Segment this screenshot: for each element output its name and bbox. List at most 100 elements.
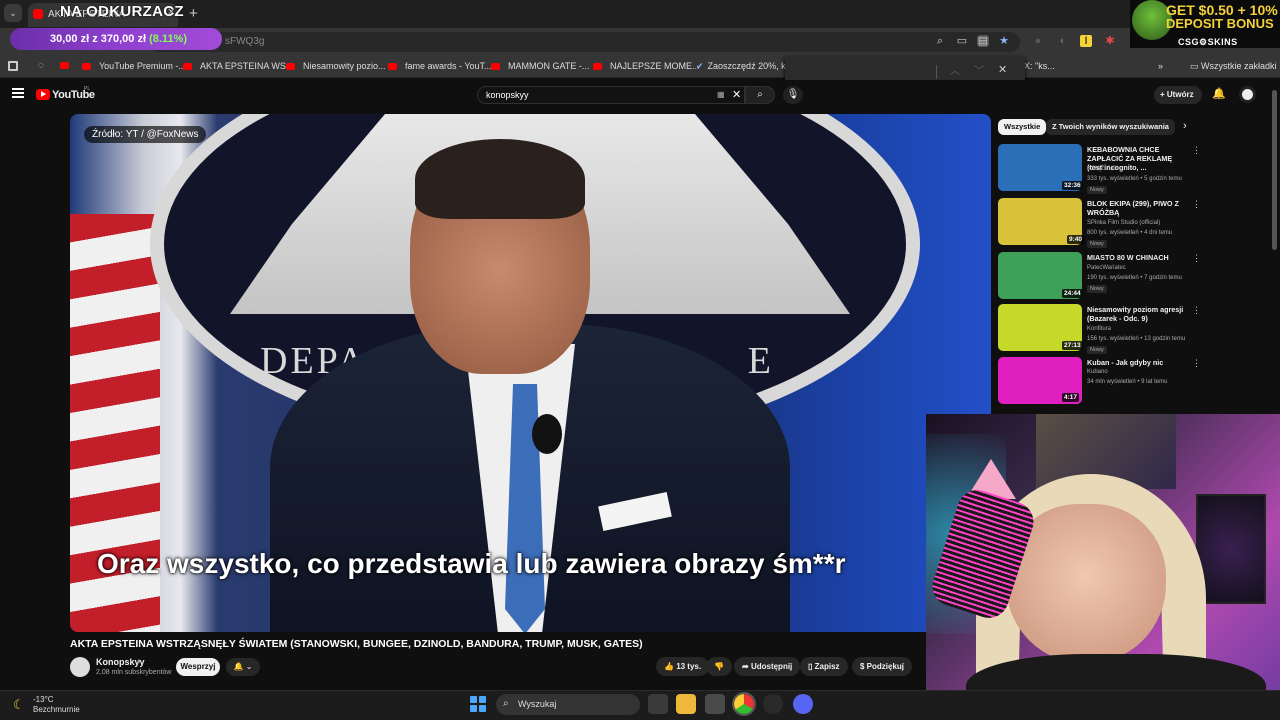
source-tag: Źródło: YT / @FoxNews [84,126,207,143]
youtube-bookmark-icon [388,63,397,70]
subscription-bell-button[interactable]: 🔔 ⌄ [226,658,260,676]
recommendation-channel[interactable]: KSIĄŻULO [1087,166,1117,172]
microphone-icon: 🎙 [786,89,800,100]
chrome-icon[interactable] [732,692,756,716]
recommendation-title[interactable]: Kuban - Jak gdyby nic [1087,358,1187,367]
search-button[interactable]: ⌕ [745,86,775,104]
recommendation-title[interactable]: MIASTO 80 W CHINACH [1087,253,1187,262]
youtube-bookmark-icon [491,63,500,70]
search-icon: ⌕ [757,89,763,100]
notifications-bell-icon[interactable]: 🔔 [1212,87,1226,100]
recommendation-title[interactable]: Niesamowity poziom agresji (Bazarek - Od… [1087,305,1187,323]
scrollbar-thumb[interactable] [1272,90,1277,250]
dislike-button[interactable]: 👎 [706,657,732,676]
chip-from-search[interactable]: Z Twoich wyników wyszukiwania [1046,119,1175,135]
zoom-icon[interactable]: ⌕ [934,35,946,47]
menu-icon[interactable] [12,88,24,98]
extension-icon[interactable]: I [1080,35,1092,47]
tab-list-button[interactable]: ⌄ [4,4,22,22]
bookmark-item[interactable]: ✔ Zaoszczędź 20%, ku... [696,61,798,72]
video-player[interactable]: DEPA E Źródło: YT / @FoxNews Oraz wszystk… [70,114,991,632]
recommendation-channel[interactable]: Konfitura [1087,326,1111,332]
recommendation-channel[interactable]: PatecWariatec [1087,265,1126,271]
chevron-right-icon[interactable]: » [1158,61,1163,71]
new-badge: Nowy [1087,240,1107,248]
thumbs-down-icon: 👎 [714,662,724,671]
find-previous-icon[interactable]: ︿ [950,62,960,77]
donation-goal: 370,00 zł [100,33,147,45]
bookmark-item[interactable]: YouTube Premium -... [82,61,186,71]
file-explorer-icon[interactable] [676,694,696,714]
bookmark-star-icon[interactable]: ★ [998,35,1010,47]
save-button[interactable]: ▯ Zapisz [800,657,848,676]
extension-icon[interactable]: ✱ [1104,35,1116,47]
url-fragment: sFWQ3g [225,36,265,47]
divider [936,65,937,79]
new-tab-button[interactable]: + [189,5,198,22]
more-options-icon[interactable]: ⋮ [1192,253,1201,264]
discord-icon[interactable] [793,694,813,714]
windows-start-icon[interactable] [470,696,486,712]
bookmark-item[interactable]: MAMMON GATE -... [491,61,589,71]
recommendation-title[interactable]: BLOK EKIPA (299), PIWO Z WRÓŻBĄ [1087,199,1187,217]
more-options-icon[interactable]: ⋮ [1192,305,1201,316]
find-next-icon[interactable]: ﹀ [974,62,984,77]
chip-all[interactable]: Wszystkie [998,119,1047,135]
close-icon[interactable]: ✕ [998,63,1007,76]
clear-search-icon[interactable]: ✕ [732,88,741,101]
weather-temperature[interactable]: -13°C [33,695,54,704]
cast-icon[interactable]: ▭ [956,35,968,47]
create-button[interactable]: + Utwórz [1154,86,1202,104]
weather-description[interactable]: Bezchmurnie [33,705,80,714]
account-avatar[interactable] [1239,86,1256,103]
youtube-bookmark-icon[interactable] [60,62,69,69]
new-badge: Nowy [1087,285,1107,293]
thanks-icon: $ [860,662,867,671]
moon-icon[interactable]: ☾ [13,697,25,713]
recommendation-meta: 800 tys. wyświetleń • 4 dni temu [1087,230,1173,236]
chevron-right-icon[interactable]: › [1183,120,1187,132]
task-view-icon[interactable] [648,694,668,714]
bookmark-icon: ▯ [808,662,815,671]
share-button[interactable]: ➦ Udostępnij [734,657,801,676]
address-bar[interactable]: sFWQ3g [150,32,1020,52]
extension-icon[interactable]: ◐ [1057,35,1069,47]
recommendation-channel[interactable]: SPinka Film Studio (official) [1087,220,1160,226]
new-badge: Nowy [1087,186,1107,194]
reader-mode-icon[interactable]: ▤ [977,35,989,47]
youtube-favicon-icon [33,9,43,19]
channel-avatar[interactable] [70,657,90,677]
promo-brand: CSG⚙SKINS [1178,37,1238,47]
support-button[interactable]: Wesprzyj [176,658,220,676]
store-icon[interactable] [705,694,725,714]
taskbar-search-input[interactable]: Wyszukaj [496,694,640,715]
search-input[interactable]: konopskyy ▦ ✕ [477,86,745,104]
bookmark-item[interactable]: AKTA EPSTEINA WS... [183,61,293,71]
verified-icon: ● [137,658,142,665]
recommendation-channel[interactable]: Kubano [1087,369,1108,375]
app-icon[interactable] [763,694,783,714]
video-title: AKTA EPSTEINA WSTRZĄSNĘŁY ŚWIATEM (STANO… [70,638,643,650]
bookmark-icon[interactable]: ◌ [38,60,44,71]
video-duration: 27:13 [1062,341,1083,350]
bookmark-item[interactable]: X: "ks... [1024,61,1055,71]
folder-icon: ▭ [1190,61,1202,71]
more-options-icon[interactable]: ⋮ [1192,358,1201,369]
thanks-button[interactable]: $ Podziękuj [852,657,913,676]
bookmark-item[interactable]: NAJLEPSZE MOME... [593,61,700,71]
more-options-icon[interactable]: ⋮ [1192,145,1201,156]
donation-sep: z [92,33,98,45]
youtube-bookmark-icon [183,63,192,70]
like-button[interactable]: 👍 13 tys. [656,657,710,676]
stream-overlay-title: NA ODKURZACZ [60,3,184,20]
bookmark-item[interactable]: Niesamowity pozio... [286,61,386,71]
youtube-bookmark-icon [593,63,602,70]
bookmark-item[interactable]: fame awards - YouT... [388,61,492,71]
speaker-hair [415,139,585,219]
more-options-icon[interactable]: ⋮ [1192,199,1201,210]
voice-search-button[interactable]: 🎙 [783,86,803,104]
extension-icon[interactable]: ● [1032,35,1044,47]
keyboard-icon[interactable]: ▦ [717,90,725,99]
apps-grid-icon[interactable] [8,61,18,71]
all-bookmarks-folder[interactable]: ▭ Wszystkie zakładki [1190,61,1277,72]
